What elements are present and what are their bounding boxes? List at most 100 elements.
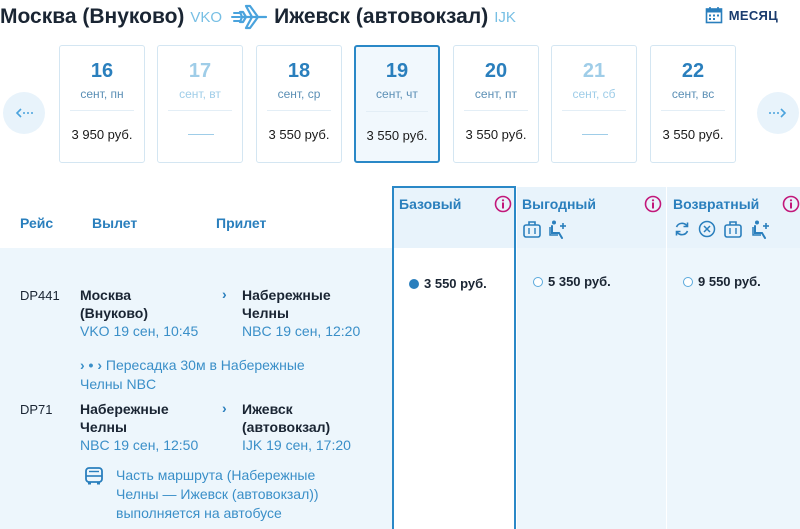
- arrival-time: NBC 19 сен, 12:20: [242, 323, 361, 339]
- radio-selected[interactable]: [409, 278, 419, 289]
- date-card[interactable]: 22 сент, вс 3 550 руб.: [650, 45, 736, 163]
- departure-city-detail: (Внуково): [80, 305, 149, 321]
- divider: [661, 110, 725, 111]
- no-flights-dash: [188, 134, 214, 135]
- bus-note-line: Часть маршрута (Набережные: [116, 467, 316, 483]
- destination-city: Ижевск (автовокзал): [274, 5, 489, 28]
- bus-note-line: выполняется на автобусе: [116, 505, 282, 521]
- date-weekday: сент, пт: [474, 87, 518, 101]
- arrival-city: Набережные: [242, 287, 331, 303]
- prev-dates-button[interactable]: [3, 92, 45, 134]
- departure-time: VKO 19 сен, 10:45: [80, 323, 199, 339]
- date-day: 21: [582, 60, 606, 82]
- bus-note-line: Челны — Ижевск (автовокзал)): [116, 486, 319, 502]
- route-header: Москва (Внуково) VKO Ижевск (автовокзал)…: [0, 0, 800, 36]
- arrival-info: Набережные Челны NBC 19 сен, 12:20: [242, 286, 360, 340]
- date-day: 18: [287, 60, 311, 82]
- destination-code: IJK: [494, 8, 516, 26]
- arrival-info: Ижевск (автовокзал) IJK 19 сен, 17:20: [242, 400, 351, 454]
- date-day: 17: [188, 60, 212, 82]
- baggage-icon: [724, 221, 742, 238]
- date-weekday: сент, вт: [179, 87, 221, 101]
- bus-segment-note: Часть маршрута (Набережные Челны — Ижевс…: [116, 466, 386, 523]
- calendar-icon: [705, 7, 723, 24]
- radio-unselected[interactable]: [683, 276, 693, 287]
- date-weekday: сент, ср: [277, 87, 321, 101]
- fare-price: 3 550 руб.: [424, 276, 487, 291]
- date-price: 3 550 руб.: [268, 127, 330, 142]
- route-title: Москва (Внуково) VKO Ижевск (автовокзал)…: [0, 3, 516, 31]
- date-weekday: сент, чт: [376, 87, 418, 101]
- date-price: 3 950 руб.: [71, 127, 133, 142]
- fare-price: 5 350 руб.: [548, 274, 611, 289]
- fare-price: 9 550 руб.: [698, 274, 761, 289]
- no-flights-dash: [582, 134, 608, 135]
- seat-selection-icon: [549, 220, 566, 239]
- arrival-time: IJK 19 сен, 17:20: [242, 437, 351, 453]
- divider: [168, 110, 232, 111]
- chevron-right-icon: ›: [222, 286, 227, 302]
- selected-fare-outline: [392, 186, 516, 529]
- fare-option-profitable[interactable]: 5 350 руб.: [533, 274, 611, 289]
- fare-column-return: [667, 248, 800, 529]
- date-card: 21 сент, сб: [551, 45, 637, 163]
- seat-selection-icon: [752, 220, 769, 239]
- date-card-selected[interactable]: 19 сент, чт 3 550 руб.: [354, 45, 440, 163]
- departure-info: Набережные Челны NBC 19 сен, 12:50: [80, 400, 198, 454]
- divider: [366, 111, 428, 112]
- divider: [464, 110, 528, 111]
- date-price: 3 550 руб.: [662, 127, 724, 142]
- departure-info: Москва (Внуково) VKO 19 сен, 10:45: [80, 286, 198, 340]
- arrival-city: Ижевск: [242, 401, 293, 417]
- transfer-text: Пересадка 30м в Набережные: [105, 357, 305, 373]
- date-card[interactable]: 18 сент, ср 3 550 руб.: [256, 45, 342, 163]
- info-icon[interactable]: [782, 195, 800, 213]
- flight-number: DP441: [20, 288, 60, 303]
- date-day: 19: [385, 60, 409, 82]
- date-price: 3 550 руб.: [465, 127, 527, 142]
- arrow-right-icon: [769, 108, 787, 118]
- departure-city-detail: Челны: [80, 419, 127, 435]
- month-view-label: МЕСЯЦ: [728, 7, 778, 23]
- date-card[interactable]: 20 сент, пт 3 550 руб.: [453, 45, 539, 163]
- cancel-icon: [698, 220, 716, 238]
- fare-option-basic[interactable]: 3 550 руб.: [409, 276, 487, 291]
- origin-city: Москва (Внуково): [0, 5, 185, 28]
- chevron-right-icon: ›: [222, 400, 227, 416]
- column-header-departure: Вылет: [92, 215, 138, 231]
- fare-name-return: Возвратный: [673, 196, 760, 212]
- column-header-arrival: Прилет: [216, 215, 267, 231]
- origin-code: VKO: [190, 8, 223, 26]
- transfer-info: › • › Пересадка 30м в Набережные Челны N…: [80, 356, 380, 394]
- divider: [267, 110, 331, 111]
- arrival-city-detail: Челны: [242, 305, 289, 321]
- date-price: 3 550 руб.: [366, 128, 428, 143]
- bus-icon: [85, 467, 103, 485]
- refund-icon: [675, 222, 689, 236]
- arrow-left-icon: [15, 108, 33, 118]
- next-dates-button[interactable]: [757, 92, 799, 134]
- fare-option-return[interactable]: 9 550 руб.: [683, 274, 761, 289]
- date-card[interactable]: 16 сент, пн 3 950 руб.: [59, 45, 145, 163]
- radio-unselected[interactable]: [533, 276, 543, 287]
- month-view-button[interactable]: МЕСЯЦ: [705, 6, 778, 24]
- fare-name-basic: Базовый: [399, 196, 462, 212]
- fare-column-profitable: [517, 248, 666, 529]
- column-header-flight: Рейс: [20, 215, 54, 231]
- date-card: 17 сент, вт: [157, 45, 243, 163]
- date-day: 16: [90, 60, 114, 82]
- departure-time: NBC 19 сен, 12:50: [80, 437, 199, 453]
- info-icon[interactable]: [494, 195, 512, 213]
- divider: [70, 110, 134, 111]
- info-icon[interactable]: [644, 195, 662, 213]
- date-weekday: сент, пн: [80, 87, 124, 101]
- date-day: 20: [484, 60, 508, 82]
- departure-city: Москва: [80, 287, 132, 303]
- fare-name-profitable: Выгодный: [522, 196, 596, 212]
- date-weekday: сент, сб: [572, 87, 616, 101]
- departure-city: Набережные: [80, 401, 169, 417]
- date-day: 22: [681, 60, 705, 82]
- flight-number: DP71: [20, 402, 53, 417]
- transfer-icon: › • ›: [80, 357, 103, 373]
- arrival-city-detail: (автовокзал): [242, 419, 331, 435]
